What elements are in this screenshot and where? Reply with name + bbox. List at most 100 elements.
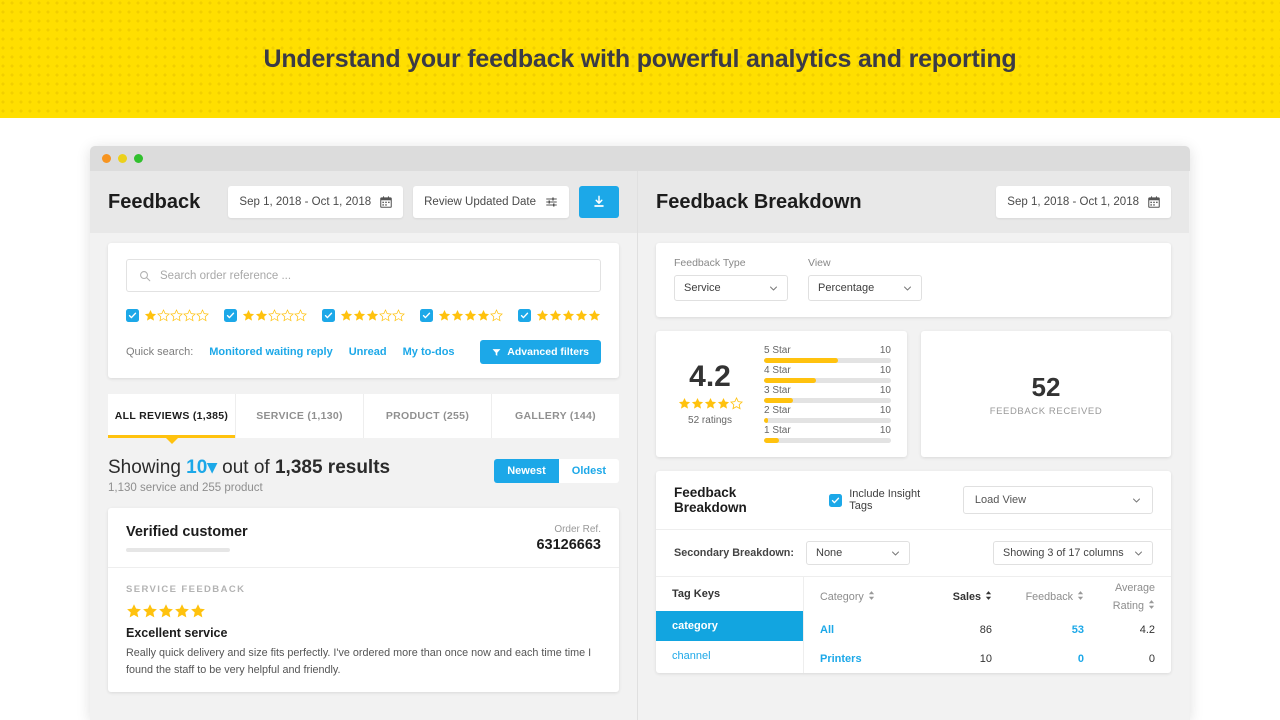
order-ref-label: Order Ref. (554, 524, 601, 535)
close-icon[interactable] (102, 154, 111, 163)
quick-link-monitored[interactable]: Monitored waiting reply (209, 346, 332, 358)
cell-category[interactable]: Printers (820, 653, 906, 665)
table-row[interactable]: Printers 10 0 0 (804, 644, 1171, 673)
star-filter-5[interactable] (518, 309, 601, 322)
rating-bar-track (764, 378, 891, 383)
star-filled-icon (144, 309, 157, 321)
view-group: View Percentage (808, 257, 922, 301)
col-header-category[interactable]: Category (820, 591, 864, 603)
star-filter-4[interactable] (420, 309, 503, 322)
tag-key-channel[interactable]: channel (656, 641, 803, 671)
secondary-breakdown-label: Secondary Breakdown: (674, 547, 794, 559)
tab-label: ALL REVIEWS (1,385) (114, 410, 229, 422)
sort-icon[interactable] (985, 591, 992, 601)
minimize-icon[interactable] (118, 154, 127, 163)
star-empty-icon (392, 309, 405, 322)
tab-gallery[interactable]: GALLERY (144) (492, 394, 619, 438)
quick-search-label: Quick search: (126, 346, 194, 358)
tag-key-category[interactable]: category (656, 611, 803, 641)
sort-oldest-button[interactable]: Oldest (558, 459, 619, 483)
col-header-feedback[interactable]: Feedback (1026, 591, 1073, 603)
star-filled-icon (191, 604, 205, 618)
checkbox-checked-icon[interactable] (518, 309, 531, 322)
review-card-header: Verified customer Order Ref. 63126663 (108, 508, 619, 568)
filter-card: Quick search: Monitored waiting reply Un… (108, 243, 619, 378)
tag-keys-header: Tag Keys (672, 588, 721, 600)
sort-icon[interactable] (1148, 600, 1155, 610)
maximize-icon[interactable] (134, 154, 143, 163)
breakdown-date-range-picker[interactable]: Sep 1, 2018 - Oct 1, 2018 (996, 186, 1171, 218)
checkbox-checked-icon[interactable] (224, 309, 237, 322)
secondary-breakdown-value: None (816, 547, 843, 559)
star-rating-filters (126, 309, 601, 322)
page-title: Feedback (108, 190, 201, 213)
star-filled-icon (366, 309, 379, 321)
star-group-5 (536, 309, 601, 322)
rating-bars: 5 Star 10 4 Star 10 3 Star 10 2 Star 10 … (764, 345, 891, 443)
star-filter-1[interactable] (126, 309, 209, 322)
star-empty-icon (170, 309, 183, 322)
sort-newest-button[interactable]: Newest (494, 459, 559, 483)
rating-bar-track (764, 418, 891, 423)
sort-icon[interactable] (1077, 591, 1084, 601)
load-view-select[interactable]: Load View (962, 486, 1154, 514)
star-filled-icon (717, 397, 729, 409)
tab-all-reviews[interactable]: ALL REVIEWS (1,385) (108, 394, 236, 444)
date-mode-selector[interactable]: Review Updated Date (413, 186, 569, 218)
cell-feedback[interactable]: 0 (992, 653, 1084, 665)
chevron-down-icon[interactable]: ▾ (207, 457, 217, 478)
feedback-type-group: Feedback Type Service (674, 257, 788, 301)
average-rating-value: 4.2 (689, 360, 731, 393)
rating-bar-fill (764, 398, 794, 403)
average-rating-stars (672, 397, 748, 410)
star-filter-2[interactable] (224, 309, 307, 322)
advanced-filters-button[interactable]: Advanced filters (480, 340, 601, 364)
feedback-breakdown-panel: Feedback Breakdown Sep 1, 2018 - Oct 1, … (638, 171, 1189, 720)
search-input[interactable] (160, 269, 588, 282)
tab-service[interactable]: SERVICE (1,130) (236, 394, 364, 438)
feedback-type-select[interactable]: Service (674, 275, 788, 301)
star-empty-icon (268, 309, 281, 322)
breakdown-table-title: Feedback Breakdown (674, 485, 747, 515)
star-empty-icon (729, 397, 743, 410)
feedback-received-label: FEEDBACK RECEIVED (989, 405, 1103, 417)
checkbox-checked-icon[interactable] (420, 309, 433, 322)
sort-icon[interactable] (868, 591, 875, 601)
reviewer-name: Verified customer (126, 524, 248, 540)
cell-category[interactable]: All (820, 624, 906, 636)
load-view-value: Load View (974, 494, 1027, 506)
page-size-dropdown[interactable]: 10 (186, 457, 207, 478)
breakdown-date-range-value: Sep 1, 2018 - Oct 1, 2018 (1007, 196, 1139, 208)
secondary-breakdown-select[interactable]: None (806, 541, 910, 565)
star-filled-icon (127, 604, 141, 618)
feedback-received-card: 52 FEEDBACK RECEIVED (921, 331, 1171, 457)
table-row[interactable]: All 86 53 4.2 (804, 615, 1171, 644)
include-insight-tags-toggle[interactable]: Include Insight Tags (829, 488, 945, 512)
feedback-header-tools: Sep 1, 2018 - Oct 1, 2018 Review Updated… (228, 186, 619, 218)
quick-link-unread[interactable]: Unread (349, 346, 387, 358)
tab-label: SERVICE (1,130) (256, 410, 343, 422)
star-empty-icon (183, 309, 196, 322)
results-summary: Showing 10▾ out of 1,385 results 1,130 s… (108, 456, 619, 494)
ratings-count: 52 ratings (688, 415, 732, 426)
showing-prefix: Showing (108, 457, 181, 478)
tab-product[interactable]: PRODUCT (255) (364, 394, 492, 438)
view-select[interactable]: Percentage (808, 275, 922, 301)
checkbox-checked-icon[interactable] (322, 309, 335, 322)
filter-icon (492, 348, 501, 356)
star-filled-icon (477, 309, 490, 321)
chevron-down-icon (770, 286, 777, 290)
columns-select[interactable]: Showing 3 of 17 columns (993, 541, 1153, 565)
star-filled-icon (353, 309, 366, 321)
export-button[interactable] (579, 186, 619, 218)
rating-bar-value: 10 (879, 405, 891, 416)
checkbox-checked-icon[interactable] (126, 309, 139, 322)
cell-feedback[interactable]: 53 (992, 624, 1084, 636)
col-header-sales[interactable]: Sales (953, 591, 981, 603)
quick-link-my-todos[interactable]: My to-dos (403, 346, 455, 358)
date-range-picker[interactable]: Sep 1, 2018 - Oct 1, 2018 (228, 186, 404, 218)
review-card-body: SERVICE FEEDBACK Excellent service Reall… (108, 568, 619, 692)
star-filter-3[interactable] (322, 309, 405, 322)
checkbox-checked-icon[interactable] (829, 493, 843, 507)
search-box[interactable] (126, 259, 601, 292)
